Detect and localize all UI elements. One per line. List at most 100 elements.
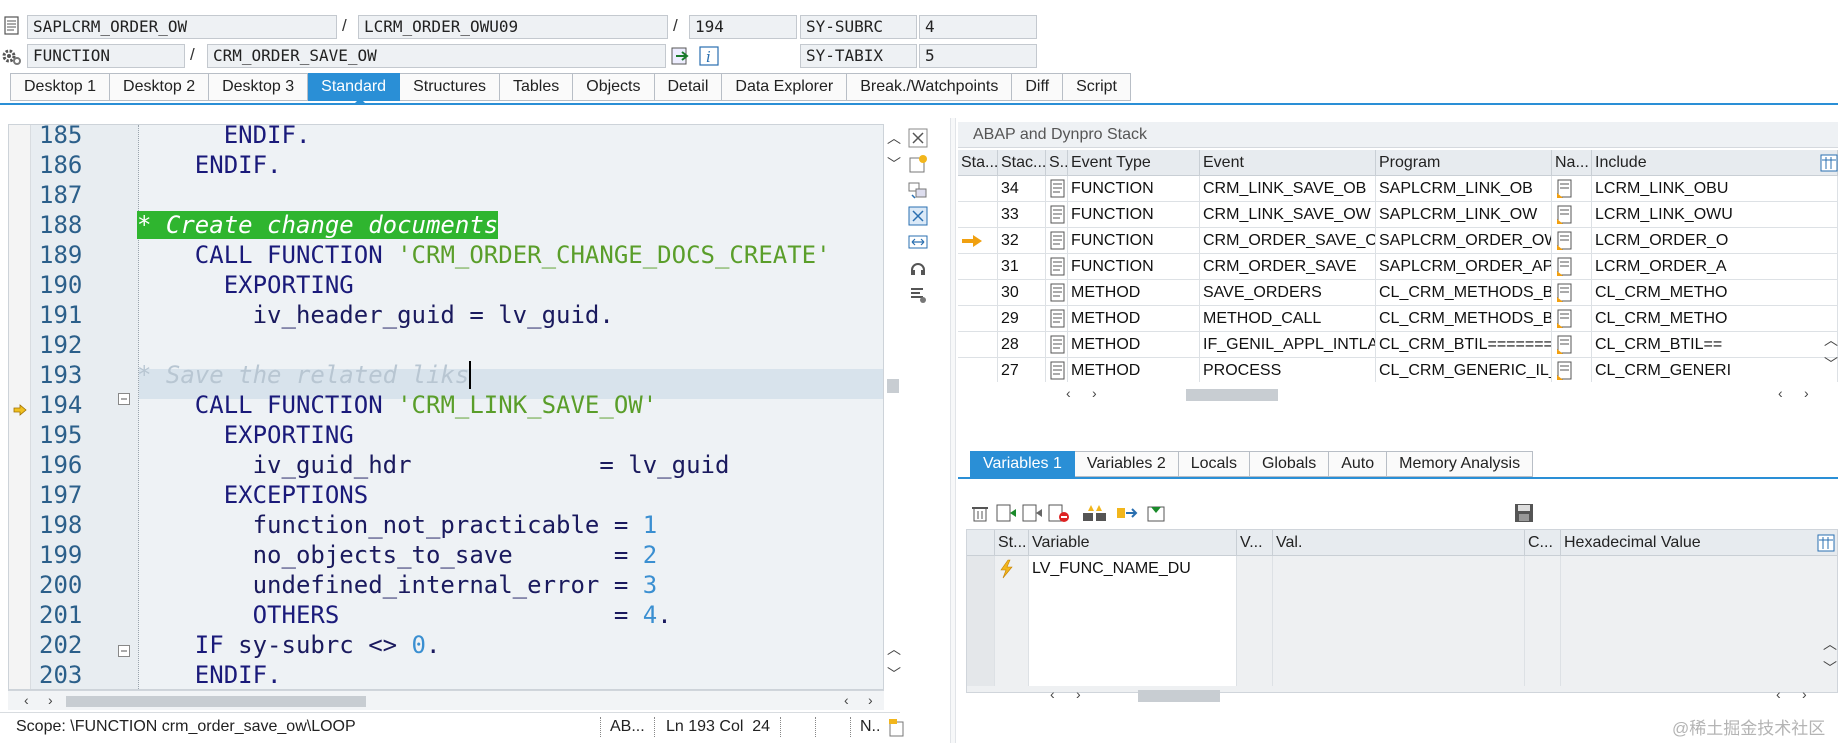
settings-gear-icon[interactable] — [1, 46, 21, 66]
tab-variables-1[interactable]: Variables 1 — [970, 451, 1075, 477]
tab-script[interactable]: Script — [1063, 73, 1131, 101]
navigate-icon[interactable] — [1555, 361, 1575, 381]
save-icon[interactable] — [1514, 503, 1534, 523]
scroll-right-icon[interactable]: › — [1804, 385, 1809, 401]
code-line[interactable]: 189 CALL FUNCTION 'CRM_ORDER_CHANGE_DOCS… — [9, 240, 883, 270]
scroll-thumb[interactable] — [1186, 389, 1278, 401]
stack-horizontal-scrollbar[interactable]: ‹ › ‹ › — [1058, 384, 1838, 404]
stack-navigate-cell[interactable] — [1552, 358, 1592, 382]
source-code-icon[interactable] — [1049, 205, 1067, 225]
source-code-icon[interactable] — [1049, 179, 1067, 199]
variable-name-input[interactable]: LV_FUNC_NAME_DU — [1029, 556, 1237, 582]
variable-cell[interactable] — [1237, 582, 1273, 608]
variable-cell[interactable] — [1273, 608, 1525, 634]
variable-cell[interactable] — [1237, 608, 1273, 634]
variable-name-input[interactable] — [1029, 608, 1237, 634]
code-line[interactable]: 192 — [9, 330, 883, 360]
scroll-down-icon[interactable]: ﹀ — [887, 154, 901, 174]
tab-desktop-3[interactable]: Desktop 3 — [209, 73, 309, 101]
remove-row-icon[interactable] — [1048, 503, 1070, 523]
variable-row[interactable] — [967, 660, 1837, 686]
fold-marker-icon[interactable] — [118, 645, 130, 657]
stack-row[interactable]: 29 METHODMETHOD_CALLCL_CRM_METHODS_BTIL=.… — [958, 306, 1838, 332]
stack-source-cell[interactable] — [1046, 332, 1068, 358]
row-selector-header[interactable] — [967, 530, 995, 556]
variable-cell[interactable] — [1273, 556, 1525, 582]
tab-desktop-2[interactable]: Desktop 2 — [110, 73, 210, 101]
editor-vertical-scrollbar[interactable]: ︿ ﹀ ︿ ﹀ — [884, 124, 902, 682]
info-icon[interactable]: i — [698, 45, 720, 67]
variable-cell[interactable] — [1561, 582, 1837, 608]
variable-row[interactable]: LV_FUNC_NAME_DU — [967, 556, 1837, 582]
stack-column-header[interactable]: S.. — [1046, 150, 1068, 176]
tab-globals[interactable]: Globals — [1249, 451, 1330, 477]
tab-diff[interactable]: Diff — [1012, 73, 1064, 101]
scroll-down-icon[interactable]: ﹀ — [1823, 658, 1837, 678]
column-settings-icon[interactable] — [1820, 154, 1838, 172]
tools-icon[interactable] — [908, 284, 928, 304]
code-line[interactable]: 190 EXPORTING — [9, 270, 883, 300]
variables-column-header[interactable]: Val. — [1273, 530, 1525, 556]
code-line[interactable]: 196 iv_guid_hdr = lv_guid — [9, 450, 883, 480]
variable-name-input[interactable] — [1029, 634, 1237, 660]
code-line[interactable]: 185 ENDIF. — [9, 125, 883, 150]
navigate-icon[interactable] — [1555, 257, 1575, 277]
insert-row-icon[interactable] — [996, 503, 1018, 523]
variables-horizontal-scrollbar[interactable]: ‹ › ‹ › — [1028, 685, 1838, 705]
stack-navigate-cell[interactable] — [1552, 176, 1592, 202]
code-line[interactable]: 195 EXPORTING — [9, 420, 883, 450]
code-line[interactable]: 188 * Create change documents — [9, 210, 883, 240]
row-selector[interactable] — [967, 556, 995, 582]
variable-cell[interactable] — [1525, 556, 1561, 582]
stack-column-header[interactable]: Include — [1592, 150, 1838, 176]
navigate-icon[interactable] — [1555, 205, 1575, 225]
stack-navigate-cell[interactable] — [1552, 202, 1592, 228]
scroll-right-icon[interactable]: › — [1802, 686, 1807, 702]
new-session-icon[interactable] — [908, 154, 928, 174]
stack-row[interactable]: 33 FUNCTION CRM_LINK_SAVE_OW SAPLCRM_LINK_O… — [958, 202, 1838, 228]
refresh-icon[interactable] — [908, 258, 928, 278]
variable-row[interactable] — [967, 608, 1837, 634]
tab-auto[interactable]: Auto — [1329, 451, 1388, 477]
line-number-field[interactable]: 194 — [689, 15, 797, 39]
variables-column-header[interactable]: Variable — [1029, 530, 1237, 556]
editor-horizontal-scrollbar[interactable]: ‹ › ‹ › — [8, 690, 884, 710]
variable-cell[interactable] — [1561, 660, 1837, 686]
source-code-editor[interactable]: 185 ENDIF. 186 ENDIF. 187 188 * Create chang… — [8, 124, 884, 690]
scroll-up-icon[interactable]: ︿ — [887, 128, 901, 148]
stack-row[interactable]: 30 METHODSAVE_ORDERSCL_CRM_METHODS_BTIL=.… — [958, 280, 1838, 306]
variable-cell[interactable] — [1273, 582, 1525, 608]
variable-cell[interactable] — [1525, 608, 1561, 634]
scroll-up-icon[interactable]: ︿ — [1823, 634, 1837, 654]
source-code-icon[interactable] — [1049, 257, 1067, 277]
variable-cell[interactable] — [1237, 634, 1273, 660]
variable-cell[interactable] — [995, 634, 1029, 660]
variables-column-header[interactable]: Hexadecimal Value — [1561, 530, 1837, 556]
tab-breakpoints[interactable]: Break./Watchpoints — [847, 73, 1013, 101]
stack-column-header[interactable]: Event Type — [1068, 150, 1200, 176]
tab-detail[interactable]: Detail — [654, 73, 723, 101]
variable-cell[interactable] — [1273, 634, 1525, 660]
variable-cell[interactable] — [1561, 634, 1837, 660]
variable-cell[interactable] — [1237, 660, 1273, 686]
source-code-icon[interactable] — [1049, 361, 1067, 381]
scroll-right-icon[interactable]: › — [1076, 686, 1081, 702]
scroll-thumb[interactable] — [66, 696, 366, 707]
jump-to-source-icon[interactable] — [670, 45, 692, 67]
code-line[interactable]: 193 * Save the related liks — [9, 360, 883, 390]
scroll-left-icon[interactable]: ‹ — [1066, 385, 1071, 401]
stack-source-cell[interactable] — [1046, 280, 1068, 306]
variable-cell[interactable] — [1525, 634, 1561, 660]
source-code-icon[interactable] — [1049, 231, 1067, 251]
scroll-right-icon[interactable]: › — [1092, 385, 1097, 401]
variable-name-input[interactable] — [1029, 582, 1237, 608]
stack-source-cell[interactable] — [1046, 176, 1068, 202]
stack-navigate-cell[interactable] — [1552, 280, 1592, 306]
resize-icon[interactable] — [908, 232, 928, 252]
code-line[interactable]: 197 EXCEPTIONS — [9, 480, 883, 510]
variable-cell[interactable] — [1561, 556, 1837, 582]
source-code-icon[interactable] — [1049, 335, 1067, 355]
fold-marker-icon[interactable] — [118, 393, 130, 405]
variable-cell[interactable] — [1237, 556, 1273, 582]
stack-row[interactable]: 28METHODIF_GENIL_APPL_INTLAY~...CL_CRM_B… — [958, 332, 1838, 358]
